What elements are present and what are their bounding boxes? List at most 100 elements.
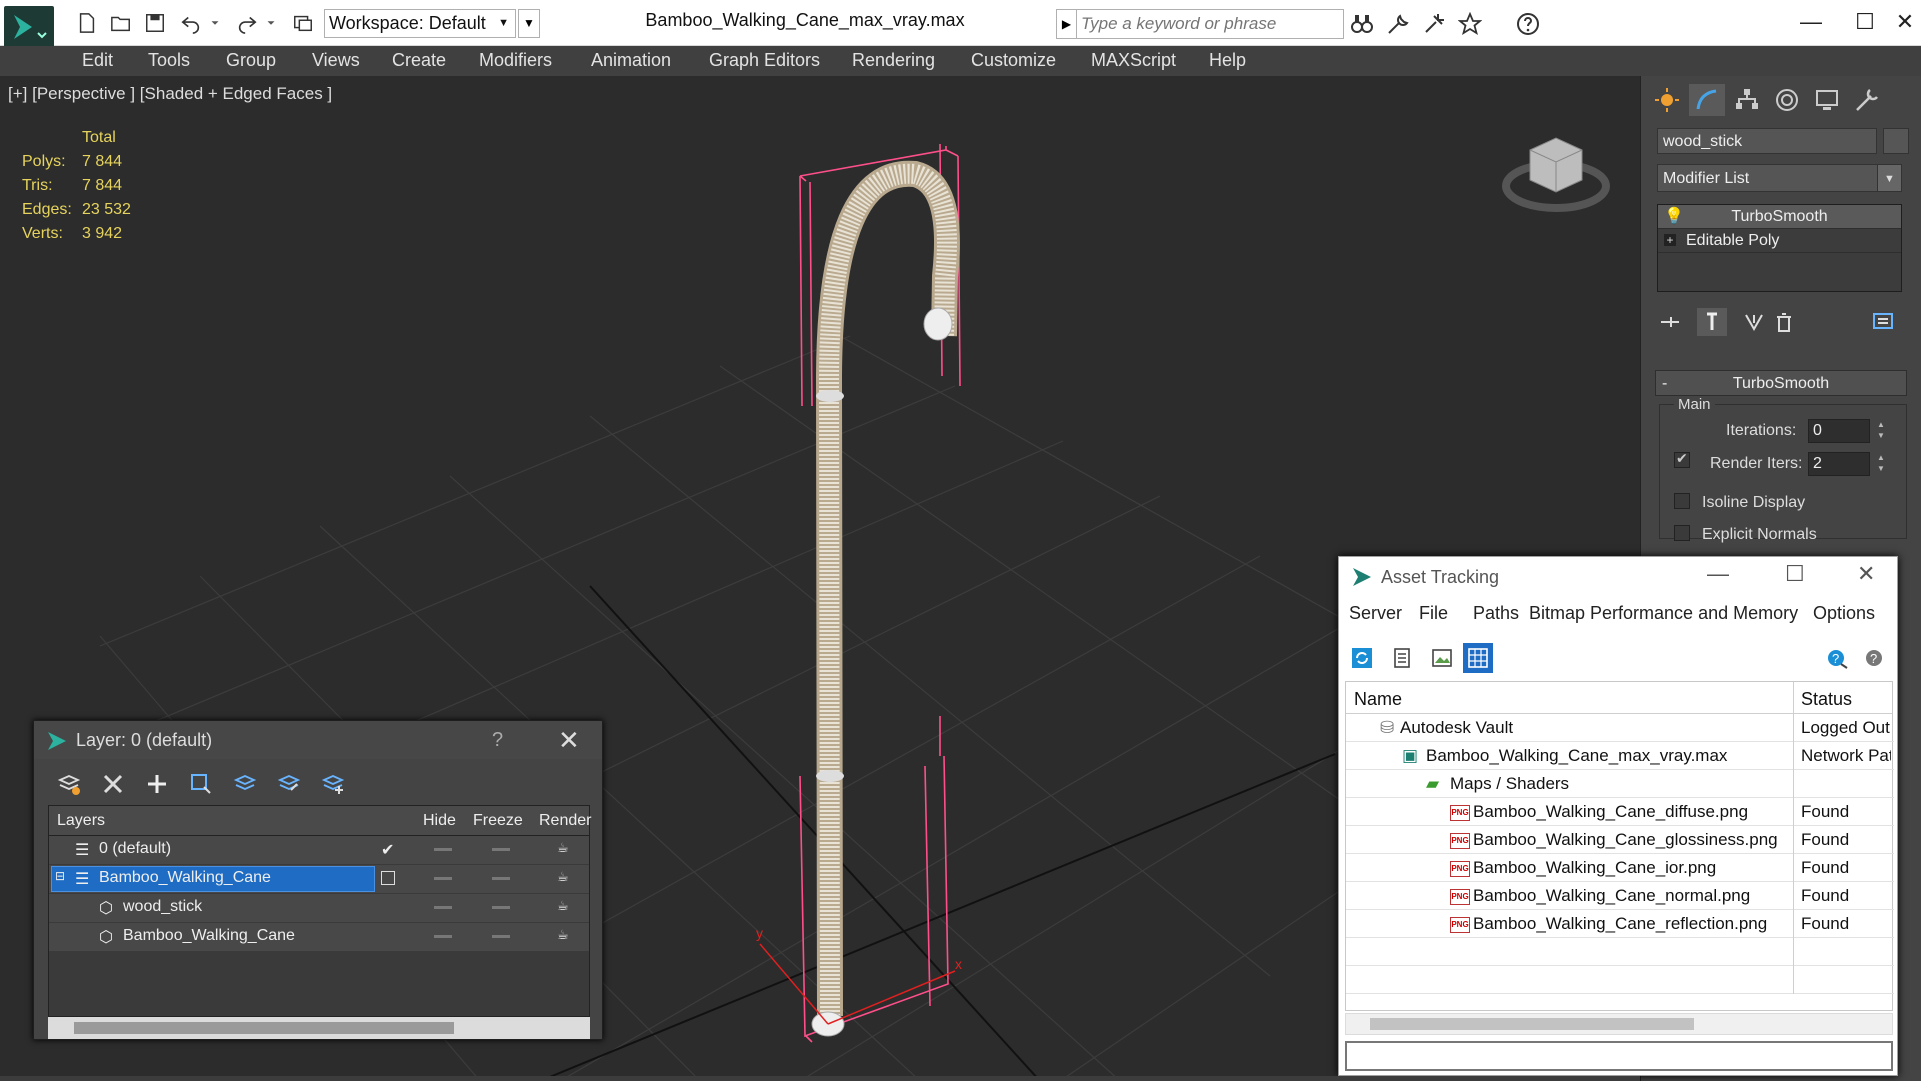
iterations-spinner-arrows[interactable]: ▲ ▼ [1874,419,1888,443]
remove-modifier-icon[interactable] [1769,308,1799,336]
maximize-icon[interactable]: ☐ [1838,6,1892,38]
refresh-icon[interactable] [1347,643,1377,673]
search-expand-icon[interactable]: ▶ [1057,10,1077,38]
communication-icon[interactable] [1420,11,1448,37]
redo-dropdown-icon[interactable] [264,9,278,37]
asset-menu-paths[interactable]: Paths [1473,603,1519,624]
display-tab-icon[interactable] [1809,84,1845,116]
motion-tab-icon[interactable] [1769,84,1805,116]
project-folder-icon[interactable] [288,9,318,37]
close-icon[interactable]: ✕ [1857,561,1875,587]
render-teapot-icon[interactable]: ☕ [557,869,569,885]
hierarchy-tab-icon[interactable] [1729,84,1765,116]
help-icon[interactable]: ? [1823,643,1853,673]
collapse-minus-icon[interactable]: ⊟ [55,869,65,883]
thumbnail-view-icon[interactable] [1427,643,1457,673]
hide-toggle[interactable] [434,935,452,938]
asset-menu-options[interactable]: Options [1813,603,1875,624]
add-to-layer-icon[interactable] [142,769,172,799]
help-icon[interactable]: ? [492,729,503,752]
freeze-all-layers-icon[interactable] [318,769,348,799]
menu-customize[interactable]: Customize [971,50,1056,71]
column-layers[interactable]: Layers [57,812,105,830]
freeze-toggle[interactable] [492,877,510,880]
freeze-toggle[interactable] [492,906,510,909]
hide-toggle[interactable] [434,848,452,851]
object-color-swatch[interactable] [1883,128,1909,154]
asset-row-glossiness[interactable]: PNG Bamboo_Walking_Cane_glossiness.png Fo… [1346,826,1894,854]
asset-row-maps-shaders[interactable]: ▰ Maps / Shaders [1346,770,1894,798]
favorites-star-icon[interactable] [1456,11,1484,37]
explicit-normals-checkbox[interactable] [1674,525,1690,541]
pin-stack-icon[interactable] [1655,308,1685,336]
scrollbar-thumb[interactable] [74,1022,454,1034]
render-iters-spinner[interactable]: 2 [1808,452,1870,476]
close-icon[interactable]: ✕ [558,725,580,756]
tools-icon[interactable] [1384,11,1412,37]
help-icon[interactable] [1508,11,1548,37]
asset-window-titlebar[interactable]: Asset Tracking — ☐ ✕ [1339,557,1897,597]
layer-row-bamboo-walking-cane[interactable]: ⊟ ☰ Bamboo_Walking_Cane ☕ [49,865,589,893]
utilities-tab-icon[interactable] [1849,84,1885,116]
undo-icon[interactable] [176,9,206,37]
freeze-toggle[interactable] [492,935,510,938]
hide-all-layers-icon[interactable] [274,769,304,799]
highlight-layer-icon[interactable] [230,769,260,799]
asset-row-reflection[interactable]: PNG Bamboo_Walking_Cane_reflection.png Fo… [1346,910,1894,938]
open-file-icon[interactable] [106,9,136,37]
stack-item-editable-poly[interactable]: + Editable Poly [1658,229,1901,253]
menu-views[interactable]: Views [312,50,360,71]
select-objects-icon[interactable] [186,769,216,799]
scrollbar-thumb[interactable] [1370,1018,1694,1030]
layer-row-wood-stick[interactable]: ⬡ wood_stick ☕ [49,894,589,922]
delete-layer-icon[interactable] [98,769,128,799]
asset-row-ior[interactable]: PNG Bamboo_Walking_Cane_ior.png Found [1346,854,1894,882]
new-file-icon[interactable] [72,9,102,37]
asset-row-normal[interactable]: PNG Bamboo_Walking_Cane_normal.png Found [1346,882,1894,910]
menu-create[interactable]: Create [392,50,446,71]
asset-menu-server[interactable]: Server [1349,603,1402,624]
hide-toggle[interactable] [434,877,452,880]
column-freeze[interactable]: Freeze [473,812,523,830]
horizontal-scrollbar[interactable] [48,1017,590,1039]
menu-rendering[interactable]: Rendering [852,50,935,71]
minimize-icon[interactable]: — [1784,6,1838,38]
make-unique-icon[interactable] [1739,308,1769,336]
current-layer-box[interactable] [381,871,395,885]
menu-tools[interactable]: Tools [148,50,190,71]
layer-row-default[interactable]: ☰ 0 (default) ✔ ☕ [49,836,589,864]
redo-icon[interactable] [232,9,262,37]
create-tab-icon[interactable] [1649,84,1685,116]
modifier-list-dropdown[interactable]: Modifier List ▼ [1657,164,1902,192]
workspace-dropdown[interactable]: Workspace: Default ▼ [324,9,516,38]
column-hide[interactable]: Hide [423,812,456,830]
render-teapot-icon[interactable]: ☕ [557,898,569,914]
layer-window-titlebar[interactable]: Layer: 0 (default) ? ✕ [34,721,602,759]
create-layer-icon[interactable] [54,769,84,799]
isoline-display-checkbox[interactable] [1674,493,1690,509]
workspace-menu-icon[interactable]: ▼ [518,9,540,38]
menu-graph-editors[interactable]: Graph Editors [709,50,820,71]
column-divider[interactable] [1793,682,1794,714]
render-iters-checkbox[interactable] [1674,450,1690,468]
asset-path-field[interactable] [1345,1041,1893,1071]
context-help-icon[interactable]: ? [1861,643,1891,673]
render-iters-spinner-arrows[interactable]: ▲ ▼ [1874,452,1888,476]
asset-menu-bitmap-performance[interactable]: Bitmap Performance and Memory [1529,603,1798,624]
column-render[interactable]: Render [539,812,591,830]
menu-edit[interactable]: Edit [82,50,113,71]
undo-dropdown-icon[interactable] [208,9,222,37]
asset-row-diffuse[interactable]: PNG Bamboo_Walking_Cane_diffuse.png Found [1346,798,1894,826]
modify-tab-icon[interactable] [1689,84,1725,116]
app-logo-icon[interactable] [4,6,54,48]
asset-row-vault[interactable]: ⛁ Autodesk Vault Logged Out [1346,714,1894,742]
render-teapot-icon[interactable]: ☕ [557,927,569,943]
rollout-collapse[interactable]: - [1662,371,1667,397]
freeze-toggle[interactable] [492,848,510,851]
menu-animation[interactable]: Animation [591,50,671,71]
asset-menu-file[interactable]: File [1419,603,1448,624]
render-teapot-icon[interactable]: ☕ [557,840,569,856]
layer-row-bamboo-object[interactable]: ⬡ Bamboo_Walking_Cane ☕ [49,923,589,951]
column-name[interactable]: Name [1354,689,1402,710]
current-layer-check-icon[interactable]: ✔ [381,840,394,860]
